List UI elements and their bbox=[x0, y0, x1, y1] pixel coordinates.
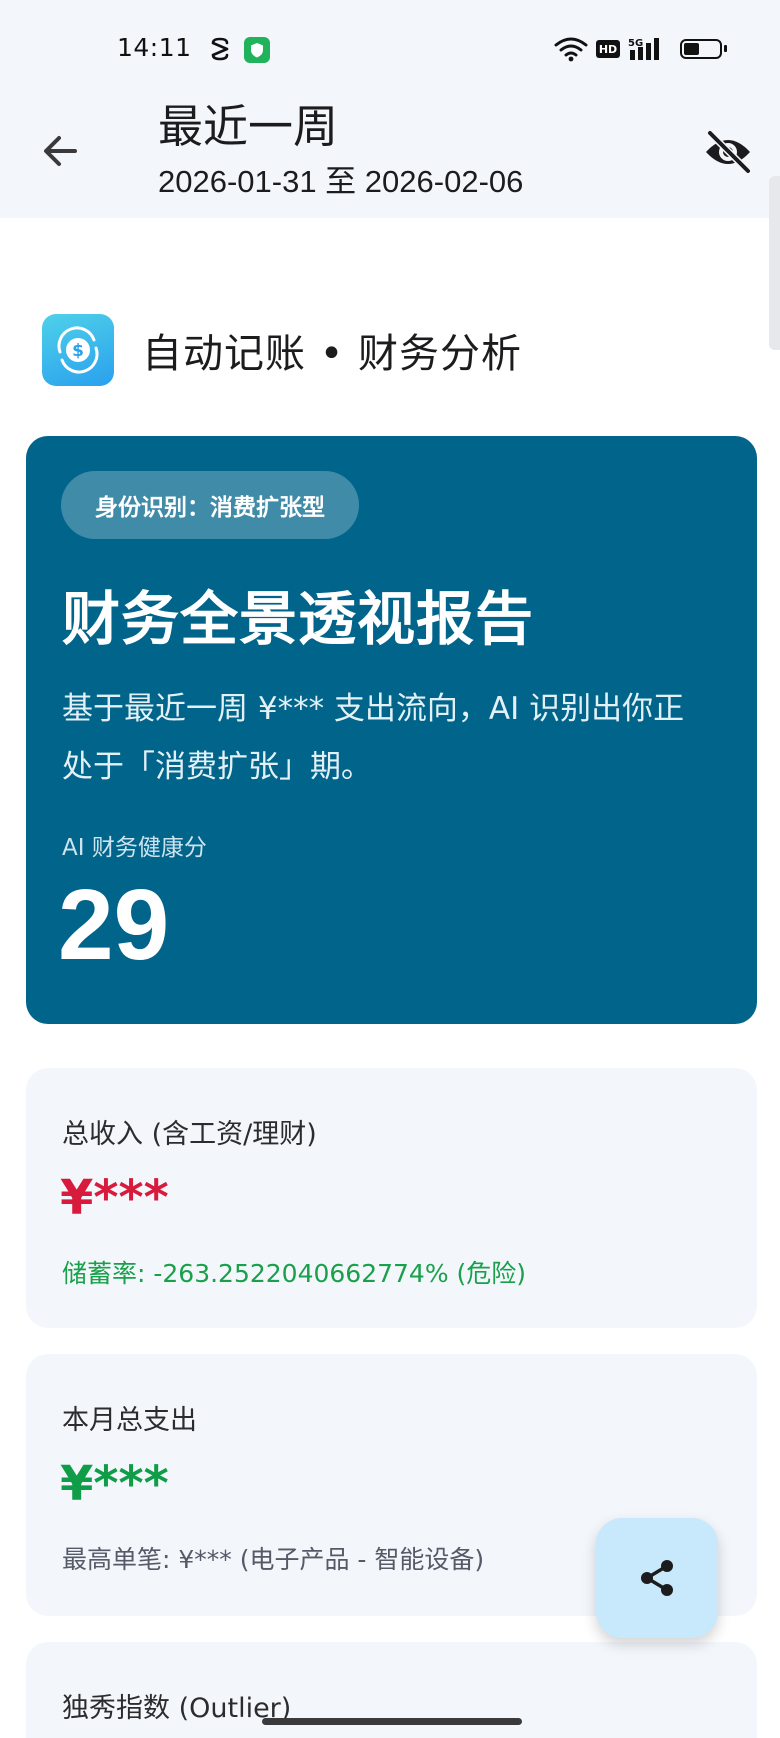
income-value: ¥*** bbox=[60, 1170, 169, 1226]
eye-off-icon bbox=[706, 130, 751, 174]
dollar-cycle-icon: $ bbox=[57, 326, 99, 374]
brand-name: 自动记账 • 财务分析 bbox=[142, 331, 523, 377]
expense-value: ¥*** bbox=[60, 1456, 169, 1512]
health-score-value: 29 bbox=[58, 869, 170, 981]
date-range: 2026-01-31 至 2026-02-06 bbox=[158, 164, 524, 199]
income-label: 总收入 (含工资/理财) bbox=[62, 1119, 317, 1150]
brand-logo: $ bbox=[42, 314, 114, 386]
top-expense-item: 最高单笔: ¥*** (电子产品 - 智能设备) bbox=[62, 1545, 485, 1574]
cellular-signal-icon: 5G bbox=[628, 38, 659, 60]
page-title: 最近一周 bbox=[158, 100, 339, 153]
report-card: 身份识别：消费扩张型 财务全景透视报告 基于最近一周 ¥*** 支出流向，AI … bbox=[26, 436, 757, 1024]
status-indicators: HD 5G bbox=[554, 36, 727, 62]
brand-row: $ 自动记账 • 财务分析 bbox=[42, 314, 522, 386]
scrollbar[interactable] bbox=[769, 176, 780, 350]
report-description: 基于最近一周 ¥*** 支出流向，AI 识别出你正处于「消费扩张」期。 bbox=[62, 691, 685, 785]
expense-label: 本月总支出 bbox=[62, 1405, 197, 1436]
wifi-icon bbox=[554, 37, 588, 62]
share-icon bbox=[641, 1560, 673, 1596]
notification-shield-icon bbox=[244, 37, 270, 63]
title-block: 最近一周 2026-01-31 至 2026-02-06 bbox=[158, 100, 523, 201]
battery-level bbox=[684, 43, 700, 55]
identity-tag: 身份识别：消费扩张型 bbox=[61, 471, 359, 539]
screen: 14:11 HD 5G 最近一周 2026-01-31 至 2026-02-06… bbox=[0, 0, 780, 1738]
toggle-visibility-button[interactable] bbox=[698, 122, 758, 182]
back-button[interactable] bbox=[36, 126, 86, 176]
battery-icon bbox=[680, 39, 727, 59]
app-bar: 最近一周 2026-01-31 至 2026-02-06 bbox=[0, 90, 780, 218]
status-bar: 14:11 HD 5G bbox=[0, 0, 780, 90]
outlier-label: 独秀指数 (Outlier) bbox=[62, 1693, 292, 1724]
svg-text:$: $ bbox=[72, 341, 84, 361]
income-card: 总收入 (含工资/理财) ¥*** 储蓄率: -263.252204066277… bbox=[26, 1068, 757, 1328]
share-button[interactable] bbox=[596, 1518, 718, 1638]
arrow-left-icon bbox=[44, 136, 77, 166]
notification-app-icon bbox=[211, 37, 229, 61]
hd-badge: HD bbox=[596, 40, 620, 58]
savings-rate: 储蓄率: -263.2522040662774% (危险) bbox=[62, 1259, 527, 1288]
report-title: 财务全景透视报告 bbox=[62, 585, 535, 653]
status-time: 14:11 bbox=[117, 33, 192, 62]
health-score-label: AI 财务健康分 bbox=[62, 835, 207, 861]
home-indicator[interactable] bbox=[262, 1718, 522, 1725]
